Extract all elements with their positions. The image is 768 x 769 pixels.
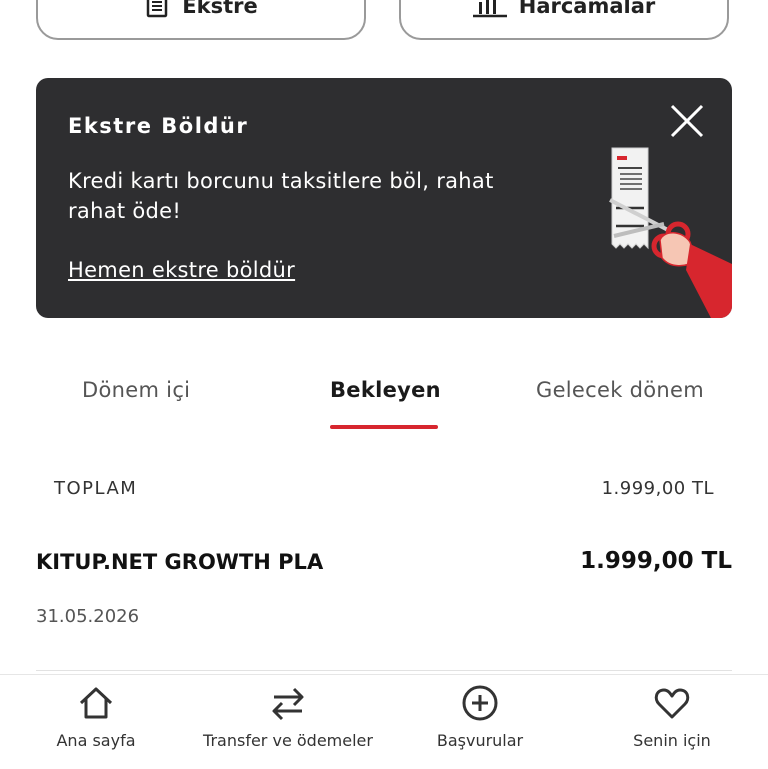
- bar-chart-icon: [472, 0, 507, 18]
- total-amount: 1.999,00 TL: [601, 478, 714, 499]
- ekstre-button[interactable]: Ekstre: [36, 0, 366, 40]
- home-icon: [79, 687, 113, 719]
- nav-label: Ana sayfa: [56, 731, 136, 750]
- ekstre-label: Ekstre: [182, 0, 258, 18]
- transfer-arrows-icon: [272, 687, 304, 721]
- total-label: TOPLAM: [54, 478, 138, 499]
- active-tab-indicator: [330, 425, 438, 429]
- harcamalar-button[interactable]: Harcamalar: [399, 0, 729, 40]
- transaction-date: 31.05.2026: [36, 606, 140, 627]
- heart-icon: [654, 688, 690, 719]
- tab-donem-ici[interactable]: Dönem içi: [82, 378, 190, 402]
- nav-basvurular[interactable]: Başvurular: [384, 683, 576, 750]
- transaction-amount: 1.999,00 TL: [580, 548, 732, 574]
- nav-label: Başvurular: [436, 731, 524, 750]
- nav-senin-icin[interactable]: Senin için: [576, 683, 768, 750]
- ekstre-boldur-banner: Ekstre Böldür Kredi kartı borcunu taksit…: [36, 78, 732, 318]
- nav-label: Transfer ve ödemeler: [203, 731, 373, 750]
- plus-circle-icon: [462, 685, 498, 721]
- document-icon: [147, 0, 168, 18]
- tab-bekleyen[interactable]: Bekleyen: [330, 378, 441, 402]
- banner-text: Kredi kartı borcunu taksitlere böl, raha…: [68, 169, 494, 223]
- nav-ana-sayfa[interactable]: Ana sayfa: [0, 683, 192, 750]
- tab-gelecek-donem[interactable]: Gelecek dönem: [536, 378, 704, 402]
- nav-label: Senin için: [633, 731, 711, 750]
- banner-title: Ekstre Böldür: [68, 114, 249, 138]
- transaction-item[interactable]: KITUP.NET GROWTH PLA 1.999,00 TL 31.05.2…: [36, 546, 732, 656]
- divider: [36, 670, 732, 671]
- receipt-scissors-illustration: [609, 147, 732, 318]
- period-tabs: Dönem içi Bekleyen Gelecek dönem: [0, 360, 768, 430]
- transaction-merchant: KITUP.NET GROWTH PLA: [36, 550, 324, 574]
- close-icon[interactable]: [668, 102, 706, 140]
- harcamalar-label: Harcamalar: [518, 0, 656, 18]
- banner-link[interactable]: Hemen ekstre böldür: [68, 258, 295, 282]
- bottom-nav: Ana sayfa Transfer ve ödemeler Başvurula…: [0, 674, 768, 769]
- nav-transfer-ve-odemeler[interactable]: Transfer ve ödemeler: [192, 683, 384, 750]
